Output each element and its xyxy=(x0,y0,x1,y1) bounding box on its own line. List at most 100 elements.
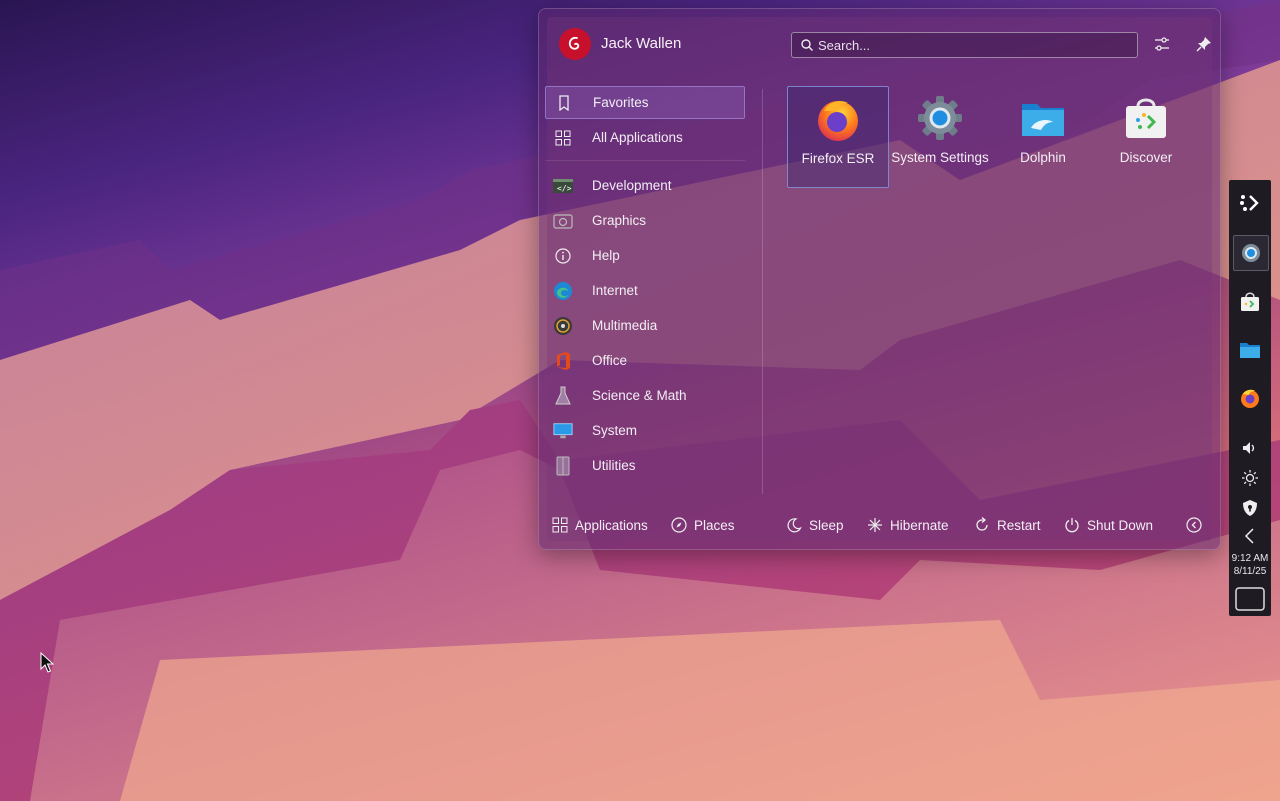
toolbox-icon xyxy=(553,456,573,476)
sleep-label: Sleep xyxy=(809,518,844,533)
shutdown-label: Shut Down xyxy=(1087,518,1153,533)
volume-icon xyxy=(1241,439,1259,457)
category-internet[interactable]: Internet xyxy=(545,274,745,307)
restart-button[interactable]: Restart xyxy=(973,516,1041,534)
clock-date: 8/11/25 xyxy=(1229,565,1271,578)
hibernate-label: Hibernate xyxy=(890,518,949,533)
category-favorites[interactable]: Favorites xyxy=(545,86,745,119)
bookmark-icon xyxy=(554,93,574,113)
category-development[interactable]: </> Development xyxy=(545,169,745,202)
category-label: Development xyxy=(592,178,672,193)
taskbar-discover[interactable] xyxy=(1233,285,1267,319)
gear-icon xyxy=(1240,242,1262,264)
compass-icon xyxy=(670,516,688,534)
taskbar-dolphin[interactable] xyxy=(1233,333,1267,367)
disc-icon xyxy=(553,316,573,336)
folder-icon xyxy=(1019,94,1067,142)
monitor-icon xyxy=(553,421,573,441)
restart-icon xyxy=(973,516,991,534)
pin-icon xyxy=(1195,35,1213,53)
launcher-header: Jack Wallen Search... xyxy=(559,27,1200,63)
category-separator xyxy=(545,160,745,161)
app-label: Dolphin xyxy=(993,149,1093,167)
launcher-footer: Applications Places Sleep Hibernate Rest… xyxy=(549,514,1200,538)
applications-tab-label: Applications xyxy=(575,518,648,533)
category-graphics[interactable]: Graphics xyxy=(545,204,745,237)
show-hidden-tray-button[interactable] xyxy=(1233,519,1267,553)
sleep-button[interactable]: Sleep xyxy=(785,516,844,534)
taskbar-system-settings[interactable] xyxy=(1233,235,1269,271)
taskbar-firefox[interactable] xyxy=(1233,381,1267,415)
volume-tray[interactable] xyxy=(1233,431,1267,465)
office-icon xyxy=(553,351,573,371)
shopping-bag-icon xyxy=(1239,291,1261,313)
category-utilities[interactable]: Utilities xyxy=(545,449,745,482)
app-firefox-esr[interactable]: Firefox ESR xyxy=(787,86,889,188)
app-label: Firefox ESR xyxy=(788,150,888,168)
category-label: Multimedia xyxy=(592,318,657,333)
brightness-tray[interactable] xyxy=(1233,461,1267,495)
category-label: System xyxy=(592,423,637,438)
places-tab[interactable]: Places xyxy=(670,516,735,534)
brightness-icon xyxy=(1241,469,1259,487)
debian-swirl-icon xyxy=(564,33,586,55)
app-system-settings[interactable]: System Settings xyxy=(890,86,990,186)
snowflake-icon xyxy=(866,516,884,534)
applications-tab[interactable]: Applications xyxy=(551,516,648,534)
power-icon xyxy=(1063,516,1081,534)
search-icon xyxy=(800,38,814,52)
hibernate-button[interactable]: Hibernate xyxy=(866,516,949,534)
search-input[interactable]: Search... xyxy=(791,32,1138,58)
user-name: Jack Wallen xyxy=(601,35,681,52)
category-label: Office xyxy=(592,353,627,368)
more-power-options-button[interactable] xyxy=(1185,516,1203,534)
firefox-icon xyxy=(814,95,862,143)
camera-icon xyxy=(553,211,573,231)
clock-time: 9:12 AM xyxy=(1229,552,1271,565)
folder-icon xyxy=(1239,339,1261,361)
grid-icon xyxy=(553,128,573,148)
category-label: Graphics xyxy=(592,213,646,228)
firefox-icon xyxy=(1239,387,1261,409)
category-label: Utilities xyxy=(592,458,636,473)
app-label: System Settings xyxy=(890,149,990,167)
category-help[interactable]: Help xyxy=(545,239,745,272)
app-dolphin[interactable]: Dolphin xyxy=(993,86,1093,186)
user-avatar[interactable] xyxy=(559,28,591,60)
application-launcher-button[interactable] xyxy=(1233,186,1267,220)
category-multimedia[interactable]: Multimedia xyxy=(545,309,745,342)
gear-icon xyxy=(916,94,964,142)
kde-launcher-icon xyxy=(1238,191,1262,215)
category-list: Favorites All Applications </> Developme… xyxy=(545,86,745,484)
category-label: Favorites xyxy=(593,95,649,110)
shopping-bag-icon xyxy=(1122,94,1170,142)
sliders-icon xyxy=(1153,35,1171,53)
svg-text:</>: </> xyxy=(557,184,572,193)
show-desktop-button[interactable] xyxy=(1233,582,1267,616)
digital-clock[interactable]: 9:12 AM 8/11/25 xyxy=(1229,552,1271,578)
flask-icon xyxy=(553,386,573,406)
pin-button[interactable] xyxy=(1193,33,1215,55)
right-panel: 9:12 AM 8/11/25 xyxy=(1229,180,1271,616)
sidebar-divider xyxy=(762,89,763,494)
chevron-left-circle-icon xyxy=(1185,516,1203,534)
restart-label: Restart xyxy=(997,518,1041,533)
info-icon xyxy=(553,246,573,266)
configure-button[interactable] xyxy=(1151,33,1173,55)
shield-icon xyxy=(1241,499,1259,517)
chevron-left-icon xyxy=(1243,527,1257,545)
shutdown-button[interactable]: Shut Down xyxy=(1063,516,1153,534)
category-science-math[interactable]: Science & Math xyxy=(545,379,745,412)
category-all-applications[interactable]: All Applications xyxy=(545,121,745,154)
app-discover[interactable]: Discover xyxy=(1096,86,1196,186)
application-launcher: Jack Wallen Search... xyxy=(538,8,1221,550)
app-label: Discover xyxy=(1096,149,1196,167)
category-system[interactable]: System xyxy=(545,414,745,447)
edge-browser-icon xyxy=(553,281,573,301)
moon-icon xyxy=(785,516,803,534)
category-office[interactable]: Office xyxy=(545,344,745,377)
category-label: Internet xyxy=(592,283,638,298)
category-label: Help xyxy=(592,248,620,263)
category-label: All Applications xyxy=(592,130,683,145)
code-icon: </> xyxy=(553,176,573,196)
